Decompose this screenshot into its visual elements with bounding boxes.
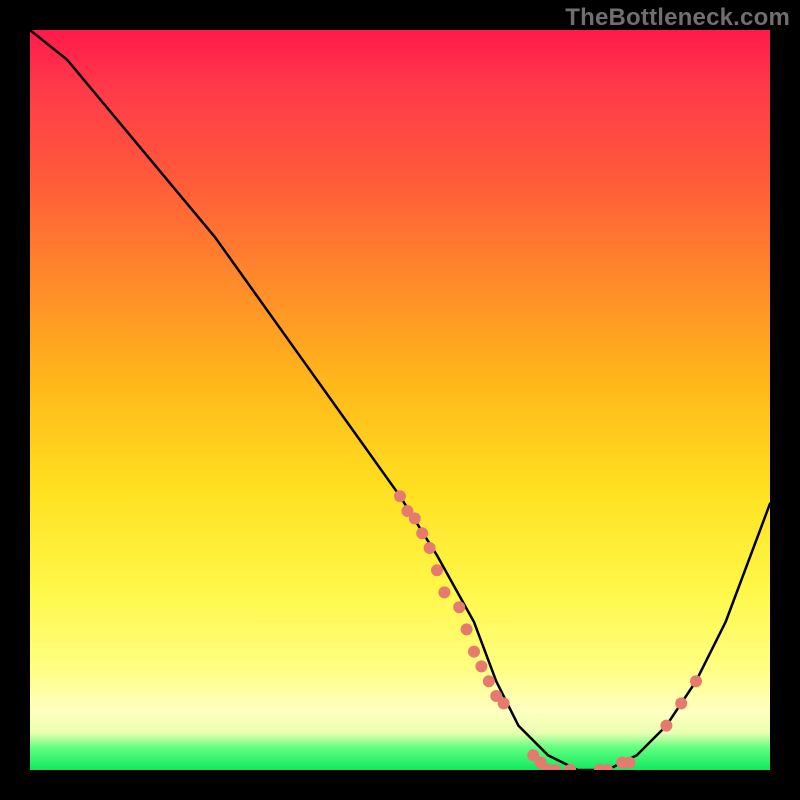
data-point — [438, 586, 450, 598]
data-point — [483, 675, 495, 687]
bottleneck-curve-path — [30, 30, 770, 770]
data-point — [690, 675, 702, 687]
data-point — [475, 660, 487, 672]
bottleneck-chart — [30, 30, 770, 770]
data-point — [431, 564, 443, 576]
data-point — [675, 697, 687, 709]
watermark-text: TheBottleneck.com — [565, 4, 790, 32]
data-point — [424, 542, 436, 554]
data-point — [409, 512, 421, 524]
data-point — [416, 527, 428, 539]
data-point — [623, 757, 635, 769]
data-point — [660, 720, 672, 732]
data-point — [468, 646, 480, 658]
data-point — [461, 623, 473, 635]
data-point — [549, 764, 561, 770]
data-point — [453, 601, 465, 613]
data-point — [394, 490, 406, 502]
data-point — [498, 697, 510, 709]
chart-area — [30, 30, 770, 770]
data-point — [601, 764, 613, 770]
